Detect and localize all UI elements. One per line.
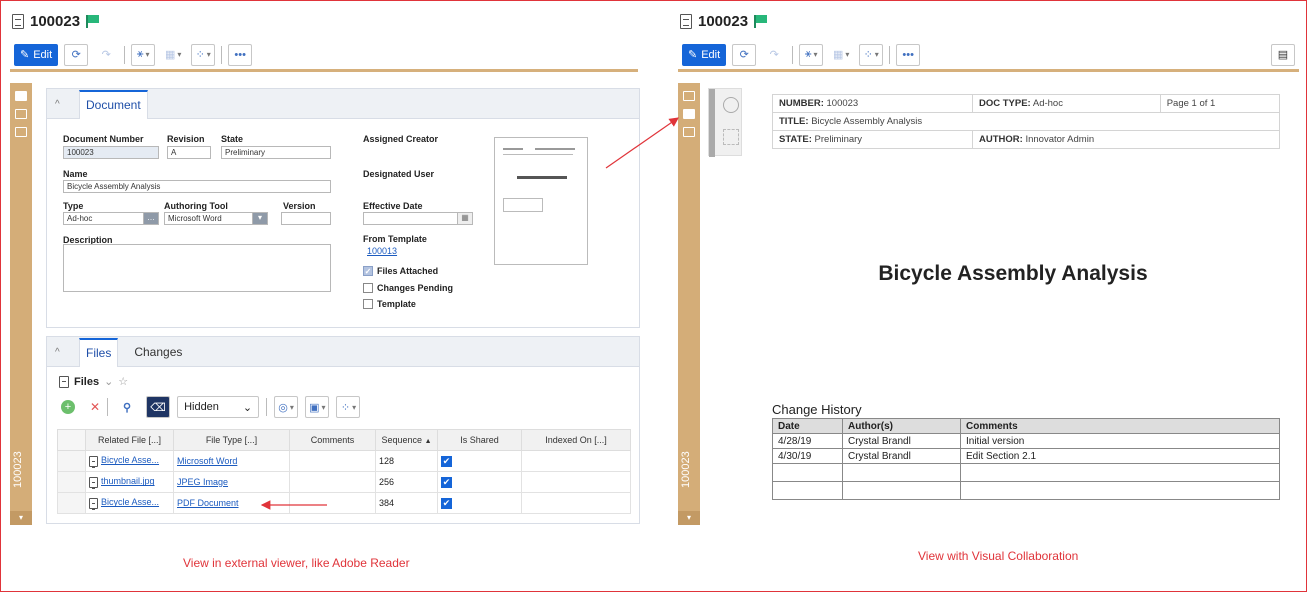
arrow-to-viewer-icon	[605, 117, 679, 169]
annotation-arrows	[260, 117, 679, 510]
